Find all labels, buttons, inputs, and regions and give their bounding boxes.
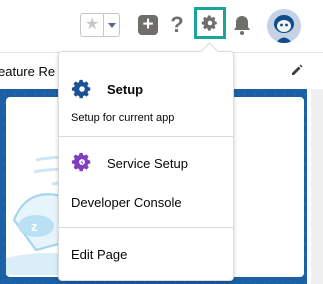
service-setup-label: Service Setup <box>107 156 188 171</box>
setup-gear-icon <box>71 78 93 100</box>
edit-page-label: Edit Page <box>71 247 128 262</box>
service-setup-gear-icon <box>71 151 93 173</box>
user-avatar[interactable] <box>267 9 301 43</box>
menu-divider <box>59 136 233 137</box>
setup-subtitle: Setup for current app <box>71 112 175 124</box>
svg-text:z: z <box>31 219 38 234</box>
global-header: ★ + ? <box>0 0 323 52</box>
setup-menu-item[interactable]: Setup Setup for current app <box>59 62 233 132</box>
global-actions-plus-icon[interactable]: + <box>138 15 158 35</box>
help-icon[interactable]: ? <box>167 12 187 38</box>
page-title: eature Re <box>0 64 56 79</box>
menu-divider <box>59 227 233 228</box>
favorites-star-icon[interactable]: ★ <box>81 14 103 36</box>
developer-console-label: Developer Console <box>71 195 182 210</box>
setup-title: Setup <box>107 82 144 97</box>
notifications-bell-icon[interactable] <box>232 14 252 36</box>
pencil-icon[interactable] <box>290 63 304 77</box>
developer-console-menu-item[interactable]: Developer Console <box>59 189 233 217</box>
setup-gear-icon[interactable] <box>194 7 226 39</box>
favorites-list-chevron-down-icon[interactable] <box>103 14 119 36</box>
page-scrollbar[interactable] <box>311 89 323 284</box>
edit-page-menu-item[interactable]: Edit Page <box>59 241 233 269</box>
favorites-group: ★ <box>80 13 120 37</box>
service-setup-menu-item[interactable]: Service Setup <box>59 150 233 178</box>
setup-menu-dropdown: Setup Setup for current app Service Setu… <box>58 42 234 281</box>
